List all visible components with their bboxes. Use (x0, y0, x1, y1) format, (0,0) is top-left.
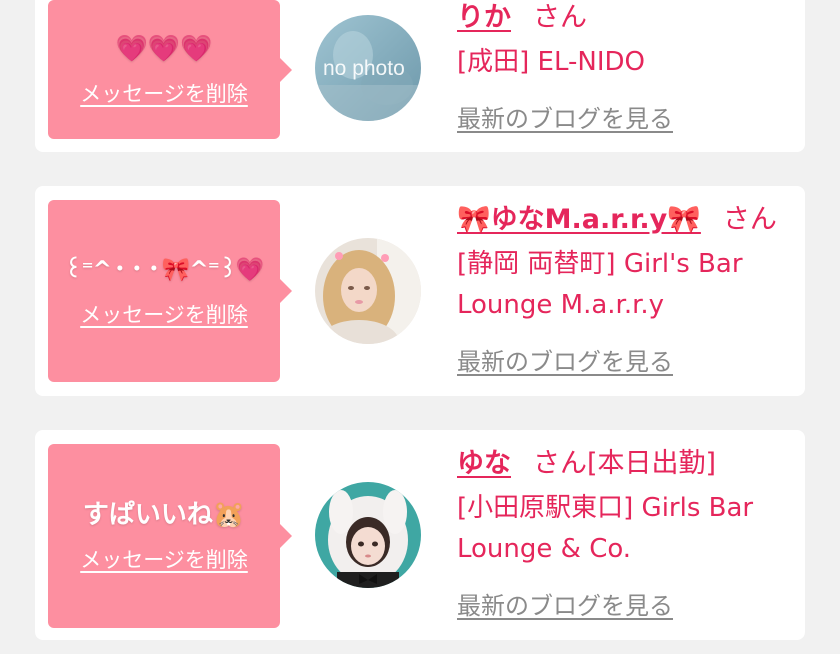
bunny-hood-woman-avatar[interactable] (315, 482, 421, 588)
message-bubble: 💗💗💗 メッセージを削除 (48, 0, 292, 139)
honorific: さん (533, 448, 587, 479)
latest-blog-link[interactable]: 最新のブログを見る (457, 342, 673, 377)
message-list: 💗💗💗 メッセージを削除 no photo りか さん [成田] EL-NIDO… (0, 0, 840, 654)
honorific: さん (533, 2, 587, 33)
message-bubble: ꒰⁼^・・・🎀^⁼꒱💗 メッセージを削除 (48, 200, 292, 382)
honorific: さん (722, 204, 777, 235)
sender-name-link[interactable]: りか (457, 2, 511, 33)
shop-name: [小田原駅東口] Girls Bar Lounge & Co. (457, 493, 754, 564)
delete-message-link[interactable]: メッセージを削除 (80, 299, 248, 329)
message-card: すぱいいね🐹 メッセージを削除 ゆな さん[本日出勤] [小田原駅東口] Gir… (35, 430, 805, 640)
delete-message-link[interactable]: メッセージを削除 (80, 78, 248, 108)
sender-info: 🎀ゆなM.a.r.r.y🎀 さん [静岡 両替町] Girl's Bar Loun… (457, 200, 795, 377)
latest-blog-link[interactable]: 最新のブログを見る (457, 99, 673, 134)
no-photo-avatar[interactable]: no photo (315, 15, 421, 121)
delete-message-link[interactable]: メッセージを削除 (80, 544, 248, 574)
message-text: すぱいいね🐹 (82, 500, 246, 530)
status-tag: [本日出勤] (587, 448, 717, 479)
sender-name-link[interactable]: ゆな (457, 448, 511, 479)
sender-name-link[interactable]: 🎀ゆなM.a.r.r.y🎀 (457, 204, 701, 235)
shop-name: [成田] EL-NIDO (457, 47, 645, 77)
message-text: ꒰⁼^・・・🎀^⁼꒱💗 (64, 257, 265, 283)
message-text: 💗💗💗 (115, 33, 213, 64)
no-photo-label: no photo (323, 57, 405, 80)
message-card: 💗💗💗 メッセージを削除 no photo りか さん [成田] EL-NIDO… (35, 0, 805, 152)
shop-name: [静岡 両替町] Girl's Bar Lounge M.a.r.r.y (457, 249, 743, 320)
message-card: ꒰⁼^・・・🎀^⁼꒱💗 メッセージを削除 🎀ゆなM.a.r.r.y🎀 さん [静… (35, 186, 805, 396)
sender-info: りか さん [成田] EL-NIDO 最新のブログを見る (457, 0, 795, 134)
sender-info: ゆな さん[本日出勤] [小田原駅東口] Girls Bar Lounge & C… (457, 444, 795, 621)
message-bubble: すぱいいね🐹 メッセージを削除 (48, 444, 292, 628)
blonde-woman-avatar[interactable] (315, 238, 421, 344)
latest-blog-link[interactable]: 最新のブログを見る (457, 586, 673, 621)
